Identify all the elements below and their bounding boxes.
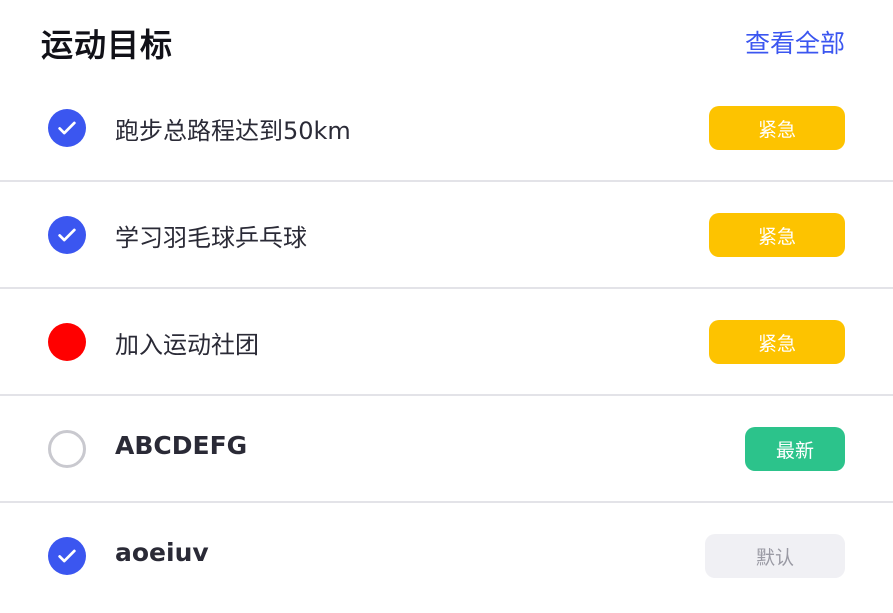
checked-icon[interactable] — [48, 109, 86, 147]
goal-label: 加入运动社团 — [115, 331, 259, 359]
goal-label: 学习羽毛球乒乓球 — [115, 224, 307, 252]
goal-list: 跑步总路程达到50km 紧急 学习羽毛球乒乓球 紧急 加入运动社团 紧急 ABC… — [0, 75, 893, 608]
goal-row[interactable]: 加入运动社团 紧急 — [0, 289, 893, 396]
goal-row[interactable]: 学习羽毛球乒乓球 紧急 — [0, 182, 893, 289]
checked-icon[interactable] — [48, 537, 86, 575]
goal-label: 跑步总路程达到50km — [115, 117, 351, 145]
goal-row[interactable]: ABCDEFG 最新 — [0, 396, 893, 503]
urgent-tag[interactable]: 紧急 — [709, 106, 845, 150]
goals-header: 运动目标 查看全部 — [0, 0, 893, 82]
urgent-tag[interactable]: 紧急 — [709, 320, 845, 364]
goal-row[interactable]: aoeiuv 默认 — [0, 503, 893, 608]
goal-row[interactable]: 跑步总路程达到50km 紧急 — [0, 75, 893, 182]
unchecked-circle-icon[interactable] — [48, 430, 86, 468]
new-tag[interactable]: 最新 — [745, 427, 845, 471]
alert-dot-icon[interactable] — [48, 323, 86, 361]
goal-label: aoeiuv — [115, 538, 209, 567]
page-title: 运动目标 — [41, 26, 174, 64]
urgent-tag[interactable]: 紧急 — [709, 213, 845, 257]
view-all-link[interactable]: 查看全部 — [745, 24, 845, 60]
default-tag[interactable]: 默认 — [705, 534, 845, 578]
checked-icon[interactable] — [48, 216, 86, 254]
goal-label: ABCDEFG — [115, 431, 248, 460]
